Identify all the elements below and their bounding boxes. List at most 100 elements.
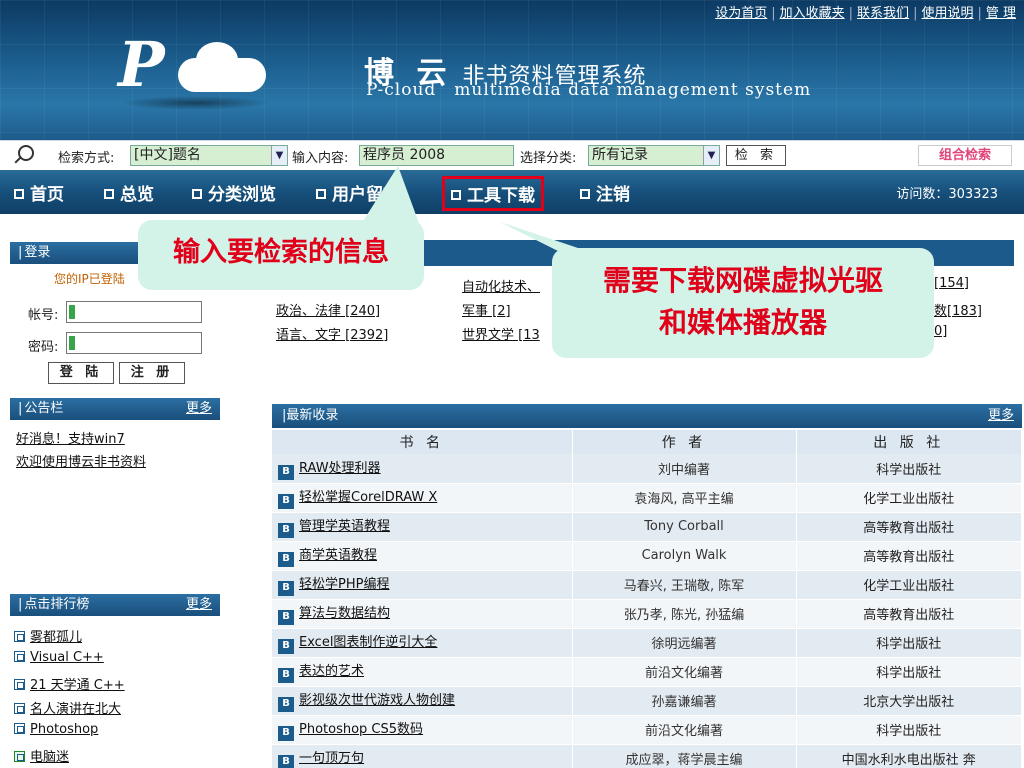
nav-tool-download[interactable]: 工具下载 xyxy=(442,176,544,211)
cell-publisher: 中国水利水电出版社 奔 xyxy=(796,744,1022,768)
login-button[interactable]: 登 陆 xyxy=(48,362,114,384)
book-icon xyxy=(14,723,25,734)
ranking-item-link[interactable]: Photoshop xyxy=(30,722,98,737)
nav-logout-label: 注销 xyxy=(596,185,630,205)
ranking-item-link[interactable]: Visual C++ xyxy=(30,650,104,665)
book-title-link[interactable]: 管理学英语教程 xyxy=(299,519,390,534)
cell-publisher: 科学出版社 xyxy=(796,628,1022,658)
notice-title: 公告栏 xyxy=(24,401,64,416)
add-favorite-link[interactable]: 加入收藏夹 xyxy=(780,6,845,21)
category-link[interactable]: 政治、法律 [240] xyxy=(276,300,380,319)
latest-more-link[interactable]: 更多 xyxy=(988,404,1014,428)
column-header-title: 书 名 xyxy=(272,430,573,454)
nav-logout[interactable]: 注销 xyxy=(580,180,630,205)
category-link[interactable]: 自动化技术、 xyxy=(462,276,540,295)
book-icon: B xyxy=(278,552,294,567)
nav-category-browse-label: 分类浏览 xyxy=(208,185,276,205)
nav-bullet-icon xyxy=(316,189,326,199)
book-icon: B xyxy=(278,639,294,654)
ranking-item-link[interactable]: 电脑迷 xyxy=(30,750,69,765)
cell-author: 张乃孝, 陈光, 孙猛编 xyxy=(572,599,797,629)
book-title-link[interactable]: 轻松掌握CorelDRAW X xyxy=(299,490,437,505)
cell-publisher: 科学出版社 xyxy=(796,715,1022,745)
chevron-down-icon[interactable]: ▼ xyxy=(271,146,287,165)
ranking-panel-header: | 点击排行榜 更多 xyxy=(10,594,220,616)
search-button[interactable]: 检 索 xyxy=(726,145,786,166)
main-nav: 首页 总览 分类浏览 用户留言 工具下载 注销 访问数：303323 xyxy=(0,170,1024,214)
chevron-down-icon[interactable]: ▼ xyxy=(703,146,719,165)
nav-home[interactable]: 首页 xyxy=(14,180,64,205)
ranking-item[interactable]: 电脑迷 xyxy=(14,746,224,768)
latest-panel-header: |最新收录 更多 xyxy=(272,404,1022,428)
nav-bullet-icon xyxy=(451,190,461,200)
book-title-link[interactable]: 轻松学PHP编程 xyxy=(299,577,389,592)
password-field[interactable] xyxy=(66,332,202,354)
notice-item[interactable]: 欢迎使用博云非书资料 xyxy=(16,451,146,470)
cell-publisher: 高等教育出版社 xyxy=(796,541,1022,571)
column-header-publisher: 出 版 社 xyxy=(796,430,1022,454)
account-label: 帐号: xyxy=(28,308,59,323)
book-title-link[interactable]: 商学英语教程 xyxy=(299,548,377,563)
ranking-item[interactable]: 雾都孤儿 xyxy=(14,626,224,650)
search-method-select[interactable]: [中文]题名 ▼ xyxy=(130,145,288,166)
ranking-item[interactable]: Photoshop xyxy=(14,722,224,746)
nav-category-browse[interactable]: 分类浏览 xyxy=(192,180,276,205)
nav-overview[interactable]: 总览 xyxy=(104,180,154,205)
contact-us-link[interactable]: 联系我们 xyxy=(857,6,909,21)
book-title-link[interactable]: 一句顶万句 xyxy=(299,751,364,766)
cell-publisher: 高等教育出版社 xyxy=(796,599,1022,629)
cell-title: B 算法与数据结构 xyxy=(272,599,573,629)
ranking-item[interactable]: 21 天学通 C++ xyxy=(14,674,224,698)
book-title-link[interactable]: RAW处理利器 xyxy=(299,461,381,476)
nav-messages[interactable]: 用户留言 xyxy=(316,180,400,205)
book-title-link[interactable]: Excel图表制作逆引大全 xyxy=(299,635,437,650)
ranking-item-link[interactable]: 雾都孤儿 xyxy=(30,630,82,645)
password-label: 密码: xyxy=(28,340,59,355)
register-button[interactable]: 注 册 xyxy=(119,362,185,384)
book-title-link[interactable]: 表达的艺术 xyxy=(299,664,364,679)
book-title-link[interactable]: 影视级次世代游戏人物创建 xyxy=(299,693,455,708)
search-method-label: 检索方式: xyxy=(58,151,115,166)
cell-author: Tony Corball xyxy=(572,512,797,542)
nav-home-label: 首页 xyxy=(30,185,64,205)
login-title: 登录 xyxy=(24,245,51,260)
callout-download-line1: 需要下载网碟虚拟光驱 xyxy=(602,264,883,297)
search-input[interactable]: 程序员 2008 xyxy=(359,145,514,166)
category-link[interactable]: 军事 [2] xyxy=(462,300,511,319)
set-homepage-link[interactable]: 设为首页 xyxy=(715,6,767,21)
top-links: 设为首页 | 加入收藏夹 | 联系我们 | 使用说明 | 管 理 xyxy=(715,6,1016,21)
book-icon: B xyxy=(278,523,294,538)
category-select[interactable]: 所有记录 ▼ xyxy=(588,145,720,166)
admin-link[interactable]: 管 理 xyxy=(986,6,1016,21)
ranking-item-link[interactable]: 21 天学通 C++ xyxy=(30,678,125,693)
ranking-item-link[interactable]: 名人演讲在北大 xyxy=(30,702,121,717)
cell-author: 成应翠，蒋学晨主编 xyxy=(572,744,797,768)
cell-publisher: 化学工业出版社 xyxy=(796,570,1022,600)
ranking-more-link[interactable]: 更多 xyxy=(186,594,212,616)
table-header-row: 书 名 作 者 出 版 社 xyxy=(272,430,1022,454)
category-link[interactable]: 数[183] xyxy=(934,300,982,319)
ranking-item[interactable]: Visual C++ xyxy=(14,650,224,674)
usage-guide-link[interactable]: 使用说明 xyxy=(921,6,973,21)
cell-author: 前沿文化编著 xyxy=(572,657,797,687)
logo-cloud-icon xyxy=(178,42,266,92)
callout-download-line2: 和媒体播放器 xyxy=(658,306,827,339)
category-link[interactable]: 0] xyxy=(934,324,947,339)
cell-title: B 影视级次世代游戏人物创建 xyxy=(272,686,573,716)
notice-item[interactable]: 好消息！支持win7 xyxy=(16,428,125,447)
search-input-label: 输入内容: xyxy=(292,151,349,166)
book-title-link[interactable]: 算法与数据结构 xyxy=(299,606,390,621)
ranking-item[interactable]: 名人演讲在北大 xyxy=(14,698,224,722)
cell-author: 前沿文化编著 xyxy=(572,715,797,745)
category-link[interactable]: [154] xyxy=(934,276,969,291)
table-row: B 表达的艺术 前沿文化编著 科学出版社 xyxy=(272,657,1022,687)
book-title-link[interactable]: Photoshop CS5数码 xyxy=(299,722,423,737)
cell-publisher: 科学出版社 xyxy=(796,657,1022,687)
category-link[interactable]: 语言、文字 [2392] xyxy=(276,324,388,343)
book-icon: B xyxy=(278,697,294,712)
combo-search-button[interactable]: 组合检索 xyxy=(918,145,1012,166)
notice-more-link[interactable]: 更多 xyxy=(186,398,212,420)
account-field[interactable] xyxy=(66,301,202,323)
table-row: B 轻松掌握CorelDRAW X 袁海风, 高平主编 化学工业出版社 xyxy=(272,483,1022,513)
category-link[interactable]: 世界文学 [13 xyxy=(462,324,540,343)
